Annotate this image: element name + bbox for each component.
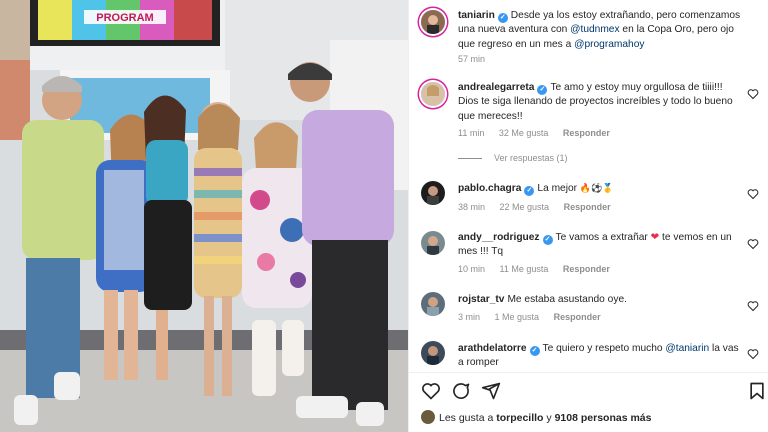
likes-user[interactable]: torpecillo xyxy=(496,412,543,424)
comment-time[interactable]: 38 min xyxy=(458,202,485,212)
comment-like-heart-icon[interactable] xyxy=(747,88,759,100)
likes-summary: Les gusta a torpecillo y 9108 personas m… xyxy=(421,410,651,424)
comment-username[interactable]: pablo.chagra xyxy=(458,183,521,194)
comment-likes[interactable]: 1 Me gusta xyxy=(495,312,540,322)
avatar[interactable] xyxy=(421,82,445,106)
caption-mention-programahoy[interactable]: @programahoy xyxy=(574,39,644,50)
avatar[interactable] xyxy=(421,231,445,255)
comment-username[interactable]: rojstar_tv xyxy=(458,294,504,305)
verified-badge-icon: ✓ xyxy=(537,85,548,95)
bookmark-icon[interactable] xyxy=(747,381,767,401)
comment-username[interactable]: andrealegarreta xyxy=(458,82,534,93)
comment-text: Te quiero y respeto mucho xyxy=(542,343,666,354)
comment-like-heart-icon[interactable] xyxy=(747,238,759,250)
comment-like-heart-icon[interactable] xyxy=(747,188,759,200)
action-bar xyxy=(409,372,768,408)
comment-username[interactable]: arathdelatorre xyxy=(458,343,527,354)
avatar[interactable] xyxy=(421,292,445,316)
comment-mention[interactable]: @taniarin xyxy=(665,343,709,354)
reply-button[interactable]: Responder xyxy=(554,312,601,322)
comment-username[interactable]: andy__rodriguez xyxy=(458,232,540,243)
view-replies-label: Ver respuestas (1) xyxy=(494,153,568,163)
comment-text: La mejor xyxy=(537,183,580,194)
comments-panel: taniarin ✓ Desde ya los estoy extrañando, … xyxy=(408,0,768,432)
caption-username[interactable]: taniarin xyxy=(458,10,495,21)
comment-text: Me estaba asustando oye. xyxy=(507,294,627,305)
likes-count[interactable]: 9108 personas más xyxy=(555,412,652,424)
comment-time[interactable]: 3 min xyxy=(458,312,480,322)
comment-like-heart-icon[interactable] xyxy=(747,348,759,360)
avatar[interactable] xyxy=(421,341,445,365)
verified-badge-icon: ✓ xyxy=(529,346,540,356)
caption-mention-tudnmex[interactable]: @tudnmex xyxy=(570,24,619,35)
caption-time[interactable]: 57 min xyxy=(458,54,485,64)
verified-badge-icon: ✓ xyxy=(524,186,535,196)
avatar[interactable] xyxy=(421,10,445,34)
comment-likes[interactable]: 11 Me gusta xyxy=(500,264,549,274)
reply-button[interactable]: Responder xyxy=(563,128,610,138)
comment-likes[interactable]: 32 Me gusta xyxy=(499,128,549,138)
red-heart-emoji-icon: ❤ xyxy=(650,232,660,243)
likes-middle: y xyxy=(543,412,555,424)
comment-icon[interactable] xyxy=(451,381,471,401)
verified-badge-icon: ✓ xyxy=(497,13,508,23)
comment-like-heart-icon[interactable] xyxy=(747,300,759,312)
comment-time[interactable]: 11 min xyxy=(458,128,484,138)
post-photo-image: PROGRAM xyxy=(0,0,408,432)
view-replies-button[interactable]: Ver respuestas (1) xyxy=(458,153,568,163)
program-screen-text: PROGRAM xyxy=(96,12,153,24)
reply-button[interactable]: Responder xyxy=(564,202,611,212)
comment-emojis: 🔥⚽🥇 xyxy=(579,184,614,194)
comment-time[interactable]: 10 min xyxy=(458,264,485,274)
heart-icon[interactable] xyxy=(421,381,441,401)
comment-text: Te vamos a extrañar xyxy=(555,232,651,243)
send-icon[interactable] xyxy=(481,381,501,401)
comment-likes[interactable]: 22 Me gusta xyxy=(500,202,550,212)
reply-button[interactable]: Responder xyxy=(563,264,610,274)
verified-badge-icon: ✓ xyxy=(542,235,553,245)
avatar[interactable] xyxy=(421,410,435,424)
likes-prefix: Les gusta a xyxy=(439,412,497,424)
divider xyxy=(458,158,482,160)
avatar[interactable] xyxy=(421,181,445,205)
post-photo: PROGRAM xyxy=(0,0,408,432)
